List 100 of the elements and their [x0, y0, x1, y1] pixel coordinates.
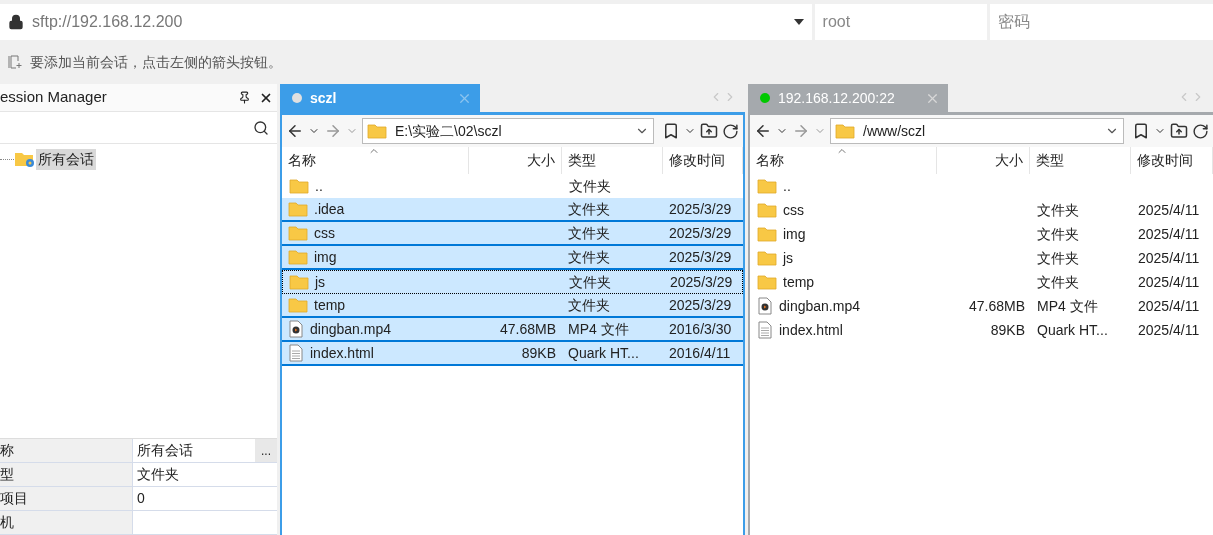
back-icon[interactable]	[286, 122, 304, 140]
password-field[interactable]: 密码	[990, 4, 1213, 40]
file-type: MP4 文件	[1037, 297, 1098, 314]
modified-date: 2025/4/11	[1138, 321, 1200, 338]
address-field[interactable]: sftp://192.168.12.200	[0, 4, 812, 40]
file-name: img	[783, 224, 806, 244]
panel-title: ession Manager	[0, 87, 108, 108]
parent-folder-icon[interactable]	[700, 122, 718, 140]
lock-icon	[8, 14, 24, 30]
file-name: dingban.mp4	[779, 296, 860, 316]
file-size: 89KB	[990, 320, 1025, 340]
file-type: Quark HT...	[568, 344, 639, 361]
bookmark-icon[interactable]	[662, 122, 680, 140]
folder-icon	[757, 202, 777, 218]
bookmark-icon[interactable]	[1132, 122, 1150, 140]
file-type: 文件夹	[1037, 273, 1079, 290]
hint-text: 要添加当前会话，点击左侧的箭头按钮。	[30, 52, 282, 72]
file-name: js	[315, 272, 326, 292]
file-type: 文件夹	[569, 177, 611, 194]
back-icon[interactable]	[754, 122, 772, 140]
folder-icon	[288, 249, 308, 265]
folder-gear-icon	[14, 150, 36, 168]
tree-item[interactable]: 所有会话	[36, 148, 96, 170]
file-size: 47.68MB	[499, 319, 556, 339]
folder-icon	[288, 201, 308, 217]
pin-icon[interactable]	[238, 91, 251, 104]
file-name: .idea	[314, 199, 345, 219]
folder-icon	[757, 226, 777, 242]
add-session-icon[interactable]	[6, 54, 22, 70]
modified-date: 2016/4/11	[669, 344, 731, 361]
parent-folder-icon[interactable]	[1170, 122, 1188, 140]
property-value: 所有会话	[137, 441, 194, 460]
username-field[interactable]: root	[814, 4, 987, 40]
file-type: 文件夹	[569, 273, 611, 290]
path-field[interactable]: /www/sczl	[830, 118, 1124, 144]
file-type: Quark HT...	[1037, 321, 1108, 338]
file-type: 文件夹	[568, 296, 610, 313]
property-name: 项目	[0, 487, 133, 510]
file-type: 文件夹	[568, 224, 610, 241]
file-name: img	[314, 247, 337, 267]
file-size: 47.68MB	[968, 296, 1025, 316]
file-name: temp	[314, 295, 346, 315]
modified-date: 2025/3/29	[669, 296, 732, 313]
file-size: 89KB	[521, 343, 556, 363]
modified-date: 2025/4/11	[1138, 297, 1200, 314]
property-name: 型	[0, 463, 133, 486]
file-name: ..	[315, 176, 323, 196]
file-row[interactable]: img 文件夹 2025/3/29	[282, 246, 743, 270]
file-type: 文件夹	[568, 248, 610, 265]
file-name: js	[783, 248, 794, 268]
file-row[interactable]: css 文件夹 2025/3/29	[282, 222, 743, 246]
modified-date: 2025/3/29	[669, 200, 732, 217]
folder-icon	[288, 225, 308, 241]
document-icon	[288, 344, 304, 362]
property-value: 0	[137, 489, 146, 508]
file-type: 文件夹	[568, 200, 610, 217]
property-name: 机	[0, 511, 133, 534]
folder-icon	[757, 250, 777, 266]
folder-icon	[757, 274, 777, 290]
folder-icon	[835, 123, 855, 139]
file-type: 文件夹	[1037, 225, 1079, 242]
search-icon	[253, 119, 269, 136]
file-type: MP4 文件	[568, 320, 629, 337]
folder-icon	[289, 178, 309, 194]
forward-icon[interactable]	[792, 122, 810, 140]
file-name: ..	[783, 176, 791, 196]
file-row[interactable]: dingban.mp4 47.68MB MP4 文件 2016/3/30	[282, 318, 743, 342]
file-row[interactable]: temp 文件夹 2025/3/29	[282, 294, 743, 318]
file-row[interactable]: js 文件夹 2025/3/29	[282, 270, 743, 294]
folder-icon	[289, 274, 309, 290]
tab-label: 192.168.12.200:22	[778, 88, 896, 108]
file-row[interactable]: .idea 文件夹 2025/3/29	[282, 198, 743, 222]
ellipsis-button[interactable]: ...	[255, 439, 277, 462]
folder-icon	[288, 297, 308, 313]
modified-date: 2025/4/11	[1138, 273, 1200, 290]
video-file-icon	[757, 297, 773, 315]
file-name: dingban.mp4	[310, 319, 391, 339]
modified-date: 2025/3/29	[670, 273, 733, 290]
modified-date: 2025/4/11	[1138, 225, 1200, 242]
modified-date: 2025/4/11	[1138, 249, 1200, 266]
file-name: index.html	[779, 320, 843, 340]
modified-date: 2025/3/29	[669, 224, 732, 241]
file-name: index.html	[310, 343, 374, 363]
video-file-icon	[288, 320, 304, 338]
folder-icon	[367, 123, 387, 139]
path-field[interactable]: E:\实验二\02\sczl	[362, 118, 654, 144]
dropdown-icon[interactable]	[793, 19, 804, 25]
path-text: /www/sczl	[863, 121, 927, 141]
document-icon	[757, 321, 773, 339]
property-name: 称	[0, 439, 133, 462]
refresh-icon[interactable]	[1192, 122, 1209, 140]
forward-icon[interactable]	[324, 122, 342, 140]
modified-date: 2025/3/29	[669, 248, 732, 265]
address-text: sftp://192.168.12.200	[32, 12, 184, 32]
refresh-icon[interactable]	[722, 122, 739, 140]
file-type: 文件夹	[1037, 201, 1079, 218]
tab-label: sczl	[310, 88, 338, 108]
property-value: 文件夹	[137, 465, 180, 484]
file-row[interactable]: index.html 89KB Quark HT... 2016/4/11	[282, 342, 743, 366]
file-type: 文件夹	[1037, 249, 1079, 266]
